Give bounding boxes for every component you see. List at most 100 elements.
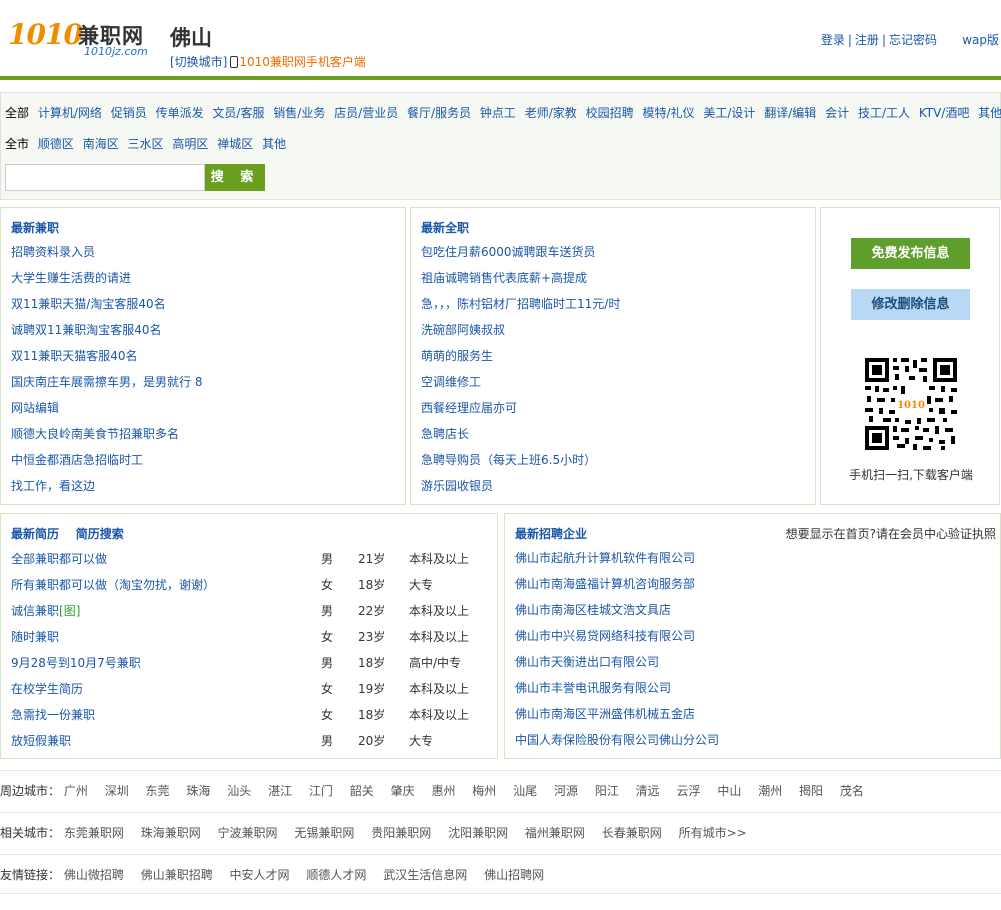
related-city-link[interactable]: 东莞兼职网: [64, 826, 124, 840]
category-option[interactable]: 计算机/网络: [38, 106, 102, 120]
job-link[interactable]: 双11兼职天猫客服40名: [11, 343, 202, 369]
resume-title-cell[interactable]: 放短假兼职: [11, 728, 71, 754]
friend-link[interactable]: 中安人才网: [230, 868, 290, 882]
category-option[interactable]: 店员/营业员: [334, 106, 398, 120]
district-option[interactable]: 禅城区: [217, 137, 253, 151]
search-button[interactable]: 搜 索: [205, 164, 265, 191]
panel-title[interactable]: 最新兼职: [11, 219, 59, 236]
category-option[interactable]: 传单派发: [156, 106, 204, 120]
nearby-city-link[interactable]: 潮州: [758, 784, 782, 798]
job-link[interactable]: 空调维修工: [421, 369, 620, 395]
nearby-city-link[interactable]: 广州: [64, 784, 88, 798]
nearby-city-link[interactable]: 珠海: [186, 784, 210, 798]
search-input[interactable]: [5, 164, 205, 191]
job-link[interactable]: 中恒金都酒店急招临时工: [11, 447, 202, 473]
job-link[interactable]: 国庆南庄车展需擦车男，是男就行 8: [11, 369, 202, 395]
nearby-city-link[interactable]: 云浮: [677, 784, 701, 798]
nearby-city-link[interactable]: 河源: [554, 784, 578, 798]
company-link[interactable]: 佛山市丰誉电讯服务有限公司: [515, 675, 719, 701]
category-option[interactable]: 模特/礼仪: [642, 106, 694, 120]
related-city-link[interactable]: 贵阳兼职网: [371, 826, 431, 840]
nearby-city-link[interactable]: 茂名: [840, 784, 864, 798]
job-link[interactable]: 找工作，看这边: [11, 473, 202, 499]
resume-title-cell[interactable]: 9月28号到10月7号兼职: [11, 650, 141, 676]
job-link[interactable]: 萌萌的服务生: [421, 343, 620, 369]
district-option[interactable]: 其他: [262, 137, 286, 151]
company-link[interactable]: 佛山市中兴易贷网络科技有限公司: [515, 623, 719, 649]
job-link[interactable]: 急，，，陈村铝材厂招聘临时工11元/时: [421, 291, 620, 317]
nearby-city-link[interactable]: 阳江: [595, 784, 619, 798]
company-link[interactable]: 佛山市天衡进出口有限公司: [515, 649, 719, 675]
switch-city-link[interactable]: [切换城市]: [170, 55, 227, 69]
category-option[interactable]: 销售/业务: [273, 106, 325, 120]
nearby-city-link[interactable]: 深圳: [105, 784, 129, 798]
mobile-client-link[interactable]: 1010兼职网手机客户端: [239, 55, 366, 69]
friend-link[interactable]: 顺德人才网: [306, 868, 366, 882]
company-link[interactable]: 中国人寿保险股份有限公司佛山分公司: [515, 727, 719, 753]
job-link[interactable]: 大学生赚生活费的请进: [11, 265, 202, 291]
nearby-city-link[interactable]: 湛江: [268, 784, 292, 798]
friend-link[interactable]: 佛山兼职招聘: [141, 868, 213, 882]
related-city-link[interactable]: 珠海兼职网: [141, 826, 201, 840]
category-option[interactable]: 会计: [825, 106, 849, 120]
nearby-city-link[interactable]: 肇庆: [391, 784, 415, 798]
panel-title[interactable]: 最新全职: [421, 219, 469, 236]
forgot-password-link[interactable]: 忘记密码: [889, 33, 937, 47]
panel-title[interactable]: 最新招聘企业: [515, 525, 587, 542]
resume-search-link[interactable]: 简历搜索: [76, 527, 124, 541]
category-option[interactable]: 技工/工人: [858, 106, 910, 120]
job-link[interactable]: 包吃住月薪6000诚聘跟车送货员: [421, 239, 620, 265]
nearby-city-link[interactable]: 梅州: [472, 784, 496, 798]
related-city-link[interactable]: 福州兼职网: [525, 826, 585, 840]
nearby-city-link[interactable]: 江门: [309, 784, 333, 798]
resume-title-cell[interactable]: 全部兼职都可以做: [11, 546, 107, 572]
company-link[interactable]: 佛山市南海区桂城文浩文具店: [515, 597, 719, 623]
nearby-city-link[interactable]: 汕尾: [513, 784, 537, 798]
company-link[interactable]: 佛山市起航升计算机软件有限公司: [515, 545, 719, 571]
resume-title-cell[interactable]: 急需找一份兼职: [11, 702, 95, 728]
category-option[interactable]: 餐厅/服务员: [407, 106, 471, 120]
company-link[interactable]: 佛山市南海盛福计算机咨询服务部: [515, 571, 719, 597]
resume-title-cell[interactable]: 诚信兼职[图]: [11, 598, 80, 624]
company-link[interactable]: 佛山市南海区平洲盛伟机械五金店: [515, 701, 719, 727]
site-logo[interactable]: 1010 兼职网 1010jz.com: [8, 18, 156, 60]
related-city-link[interactable]: 无锡兼职网: [294, 826, 354, 840]
job-link[interactable]: 网站编辑: [11, 395, 202, 421]
nearby-city-link[interactable]: 揭阳: [799, 784, 823, 798]
category-option[interactable]: 其他: [978, 106, 1001, 120]
nearby-city-link[interactable]: 惠州: [431, 784, 455, 798]
friend-link[interactable]: 佛山微招聘: [64, 868, 124, 882]
friend-link[interactable]: 武汉生活信息网: [383, 868, 467, 882]
category-option[interactable]: 钟点工: [480, 106, 516, 120]
nearby-city-link[interactable]: 中山: [717, 784, 741, 798]
job-link[interactable]: 游乐园收银员: [421, 473, 620, 499]
nearby-city-link[interactable]: 汕头: [227, 784, 251, 798]
category-option[interactable]: 促销员: [111, 106, 147, 120]
district-option[interactable]: 全市: [5, 137, 29, 151]
job-link[interactable]: 急聘店长: [421, 421, 620, 447]
register-link[interactable]: 注册: [855, 33, 879, 47]
district-option[interactable]: 南海区: [83, 137, 119, 151]
modify-button[interactable]: 修改删除信息: [851, 289, 970, 320]
resumes-title-link[interactable]: 最新简历: [11, 527, 59, 541]
related-city-link[interactable]: 沈阳兼职网: [448, 826, 508, 840]
resume-title-cell[interactable]: 在校学生简历: [11, 676, 83, 702]
district-option[interactable]: 三水区: [128, 137, 164, 151]
resume-title-cell[interactable]: 所有兼职都可以做（淘宝勿扰，谢谢）: [11, 572, 215, 598]
friend-link[interactable]: 佛山招聘网: [484, 868, 544, 882]
category-option[interactable]: 校园招聘: [586, 106, 634, 120]
related-city-link[interactable]: 宁波兼职网: [218, 826, 278, 840]
job-link[interactable]: 西餐经理应届亦可: [421, 395, 620, 421]
publish-button[interactable]: 免费发布信息: [851, 238, 970, 269]
job-link[interactable]: 双11兼职天猫/淘宝客服40名: [11, 291, 202, 317]
job-link[interactable]: 招聘资料录入员: [11, 239, 202, 265]
category-option[interactable]: 美工/设计: [703, 106, 755, 120]
job-link[interactable]: 急聘导购员（每天上班6.5小时）: [421, 447, 620, 473]
resume-title-cell[interactable]: 随时兼职: [11, 624, 59, 650]
nearby-city-link[interactable]: 韶关: [350, 784, 374, 798]
all-cities-link[interactable]: 所有城市>>: [679, 826, 747, 840]
category-option[interactable]: KTV/酒吧: [919, 106, 970, 120]
category-option[interactable]: 翻译/编辑: [764, 106, 816, 120]
category-option[interactable]: 文员/客服: [212, 106, 264, 120]
category-option[interactable]: 老师/家教: [525, 106, 577, 120]
